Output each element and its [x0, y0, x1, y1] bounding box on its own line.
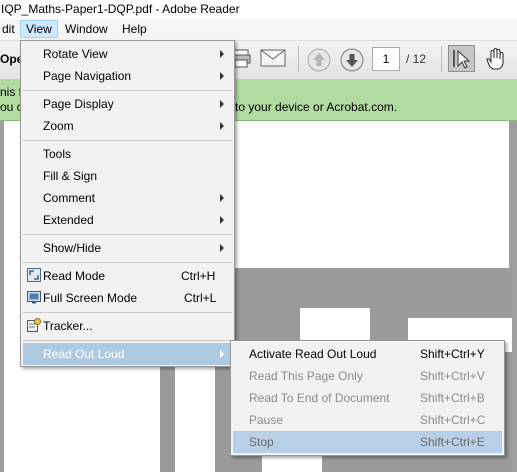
- menu-item-label: Zoom: [43, 119, 74, 133]
- menu-item-label: Full Screen Mode: [43, 291, 138, 305]
- menu-window[interactable]: Window: [65, 22, 108, 36]
- select-tool-button[interactable]: [448, 45, 475, 72]
- menu-item-label: Page Navigation: [43, 69, 132, 83]
- toolbar-separator: [441, 46, 442, 72]
- full-screen-icon: [27, 290, 41, 304]
- menu-item-page-display[interactable]: Page Display: [23, 93, 232, 115]
- menu-help[interactable]: Help: [122, 22, 147, 36]
- submenu-arrow-icon: [220, 244, 224, 252]
- notification-line-1: nis f: [0, 85, 23, 99]
- menu-item-label: Show/Hide: [43, 241, 102, 255]
- hand-tool-icon[interactable]: [482, 46, 508, 75]
- menu-item-label: Read Out Loud: [43, 347, 125, 361]
- submenu-arrow-icon: [220, 194, 224, 202]
- toolbar-separator: [298, 46, 299, 72]
- menu-item-shortcut: Shift+Ctrl+B: [420, 391, 485, 405]
- menu-edit[interactable]: dit: [2, 22, 15, 36]
- menu-item-label: Read This Page Only: [249, 369, 363, 383]
- menu-item-shortcut: Shift+Ctrl+V: [420, 369, 485, 383]
- menu-item-label: Pause: [249, 413, 284, 427]
- notification-message: to your device or Acrobat.com.: [235, 100, 398, 114]
- menu-item-read-mode[interactable]: Read Mode Ctrl+H: [23, 265, 232, 287]
- page-number-input[interactable]: 1: [372, 47, 400, 71]
- view-menu: Rotate View Page Navigation Page Display…: [20, 40, 235, 367]
- menu-item-rotate-view[interactable]: Rotate View: [23, 43, 232, 65]
- menu-item-shortcut: Shift+Ctrl+E: [420, 435, 485, 449]
- submenu-arrow-icon: [220, 350, 224, 358]
- menu-separator: [23, 340, 232, 341]
- menu-item-label: Page Display: [43, 97, 114, 111]
- menu-item-extended[interactable]: Extended: [23, 209, 232, 231]
- menu-item-label: Rotate View: [43, 47, 108, 61]
- menu-bar: dit View Window Help: [0, 19, 517, 41]
- menu-separator: [23, 262, 232, 263]
- cursor-icon: [453, 49, 471, 69]
- submenu-arrow-icon: [220, 122, 224, 130]
- submenu-arrow-icon: [220, 50, 224, 58]
- menu-item-tools[interactable]: Tools: [23, 143, 232, 165]
- menu-item-shortcut: Ctrl+L: [184, 291, 217, 305]
- menu-item-label: Fill & Sign: [43, 169, 98, 183]
- submenu-arrow-icon: [220, 72, 224, 80]
- menu-separator: [23, 312, 232, 313]
- menu-item-activate-read-out-loud[interactable]: Activate Read Out Loud Shift+Ctrl+Y: [233, 343, 502, 365]
- menu-separator: [23, 140, 232, 141]
- menu-item-label: Comment: [43, 191, 96, 205]
- menu-item-comment[interactable]: Comment: [23, 187, 232, 209]
- read-mode-icon: [27, 268, 41, 282]
- title-bar: IQP_Maths-Paper1-DQP.pdf - Adobe Reader: [0, 0, 517, 20]
- menu-separator: [23, 90, 232, 91]
- page-total: / 12: [406, 52, 427, 66]
- menu-item-label: Activate Read Out Loud: [249, 347, 377, 361]
- menu-item-stop[interactable]: Stop Shift+Ctrl+E: [233, 431, 502, 453]
- tracker-icon: [27, 318, 41, 332]
- previous-page-icon[interactable]: [306, 47, 332, 76]
- menu-item-label: Read To End of Document: [249, 391, 390, 405]
- menu-view[interactable]: View: [20, 20, 58, 38]
- menu-item-read-this-page-only[interactable]: Read This Page Only Shift+Ctrl+V: [233, 365, 502, 387]
- menu-item-label: Extended: [43, 213, 94, 227]
- menu-item-shortcut: Ctrl+H: [181, 269, 216, 283]
- menu-item-read-to-end-of-document[interactable]: Read To End of Document Shift+Ctrl+B: [233, 387, 502, 409]
- menu-item-label: Stop: [249, 435, 274, 449]
- menu-item-label: Read Mode: [43, 269, 106, 283]
- next-page-icon[interactable]: [339, 47, 365, 76]
- menu-item-tracker[interactable]: Tracker...: [23, 315, 232, 337]
- email-icon[interactable]: [260, 48, 286, 71]
- menu-item-shortcut: Shift+Ctrl+C: [420, 413, 486, 427]
- menu-item-label: Tools: [43, 147, 72, 161]
- menu-item-full-screen-mode[interactable]: Full Screen Mode Ctrl+L: [23, 287, 232, 309]
- menu-separator: [23, 234, 232, 235]
- menu-item-pause[interactable]: Pause Shift+Ctrl+C: [233, 409, 502, 431]
- page-graphic-cutout: [175, 362, 215, 472]
- menu-item-zoom[interactable]: Zoom: [23, 115, 232, 137]
- menu-item-page-navigation[interactable]: Page Navigation: [23, 65, 232, 87]
- menu-item-shortcut: Shift+Ctrl+Y: [420, 347, 485, 361]
- read-out-loud-submenu: Activate Read Out Loud Shift+Ctrl+Y Read…: [230, 340, 505, 456]
- menu-item-show-hide[interactable]: Show/Hide: [23, 237, 232, 259]
- menu-item-fill-sign[interactable]: Fill & Sign: [23, 165, 232, 187]
- window-title: IQP_Maths-Paper1-DQP.pdf - Adobe Reader: [1, 2, 240, 16]
- menu-item-label: Tracker...: [43, 319, 93, 333]
- submenu-arrow-icon: [220, 216, 224, 224]
- submenu-arrow-icon: [220, 100, 224, 108]
- menu-item-read-out-loud[interactable]: Read Out Loud: [23, 343, 232, 365]
